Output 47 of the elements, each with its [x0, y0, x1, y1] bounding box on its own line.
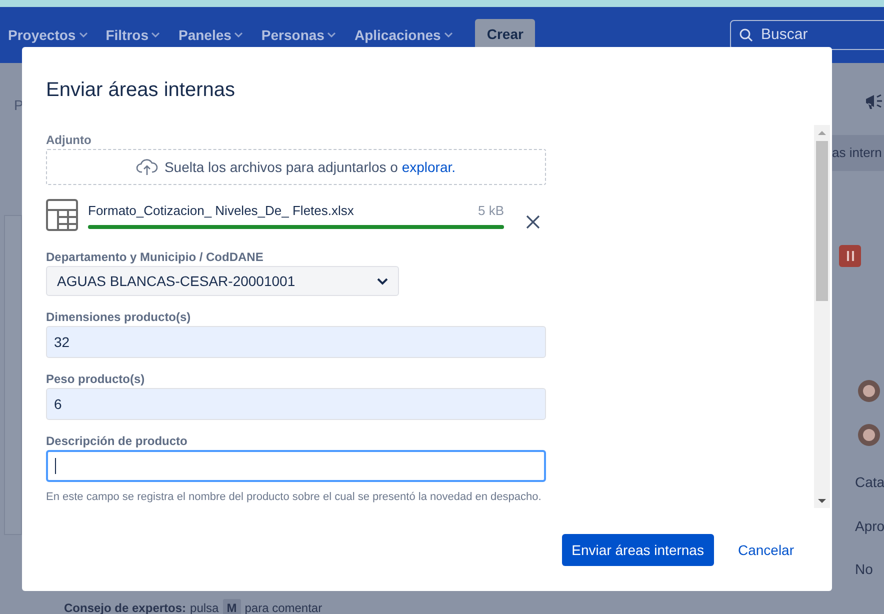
avatar-icon: [858, 423, 880, 447]
file-name: Formato_Cotizacion_ Niveles_De_ Fletes.xlsx: [88, 202, 354, 220]
file-size: 5 kB: [478, 202, 504, 220]
scrollbar[interactable]: [814, 125, 830, 508]
input-field[interactable]: [46, 450, 546, 482]
field-label: Dimensiones producto(s): [46, 309, 192, 324]
create-button[interactable]: Crear: [474, 19, 536, 50]
dialog-title: Enviar áreas internas: [45, 78, 236, 103]
nav-menu-item[interactable]: Aplicaciones: [354, 24, 453, 46]
field-label: Adjunto: [46, 132, 92, 149]
field-label: Peso producto(s): [46, 371, 146, 386]
cancel-link[interactable]: Cancelar: [722, 534, 810, 566]
field-label: Departamento y Municipio / CodDANE: [46, 249, 264, 264]
drop-zone[interactable]: Suelta los archivos para adjuntarlos o explorar.: [46, 149, 546, 185]
text-cursor: [55, 458, 56, 474]
browse-link[interactable]: explorar.: [402, 158, 456, 174]
chevron-down-icon: [78, 32, 88, 38]
shortcut-key: M: [222, 599, 241, 614]
field-label: Descripción de producto: [46, 433, 188, 448]
avatar-icon: [858, 379, 880, 403]
chevron-down-icon: [234, 32, 244, 38]
chevron-down-icon: [151, 32, 160, 38]
close-icon: [526, 215, 540, 229]
breadcrumb-text: P: [14, 96, 24, 115]
help-text: En este campo se registra el nombre del producto sobre el cual se presentó la novedad en despacho.: [46, 490, 542, 505]
field-value: Apro: [855, 517, 884, 536]
nav-menu-item[interactable]: Filtros: [106, 24, 160, 46]
chevron-down-icon: [444, 32, 453, 38]
search-field[interactable]: Buscar: [730, 20, 884, 50]
dropdown[interactable]: AGUAS BLANCAS-CESAR-20001001: [46, 266, 399, 296]
megaphone-icon: [864, 93, 884, 111]
drop-text: Suelta los archivos para adjuntarlos o explorar.: [164, 158, 456, 177]
pause-icon: [839, 245, 861, 267]
input-field[interactable]: 32: [46, 326, 546, 358]
input-field[interactable]: 6: [46, 388, 546, 420]
cloud-upload-icon: [136, 158, 158, 176]
search-icon: [739, 28, 753, 42]
chevron-down-icon: [377, 278, 388, 284]
nav-menu-item[interactable]: Paneles: [178, 24, 244, 46]
field-value: No: [855, 560, 873, 579]
chevron-down-icon: [327, 32, 336, 38]
search-placeholder: Buscar: [761, 24, 808, 45]
nav-menu-item[interactable]: Proyectos: [8, 24, 88, 46]
remove-button[interactable]: [524, 213, 542, 231]
nav-menu-item[interactable]: Personas: [261, 24, 336, 46]
spreadsheet-icon: [46, 199, 78, 231]
submit-button[interactable]: Enviar áreas internas: [562, 534, 714, 566]
